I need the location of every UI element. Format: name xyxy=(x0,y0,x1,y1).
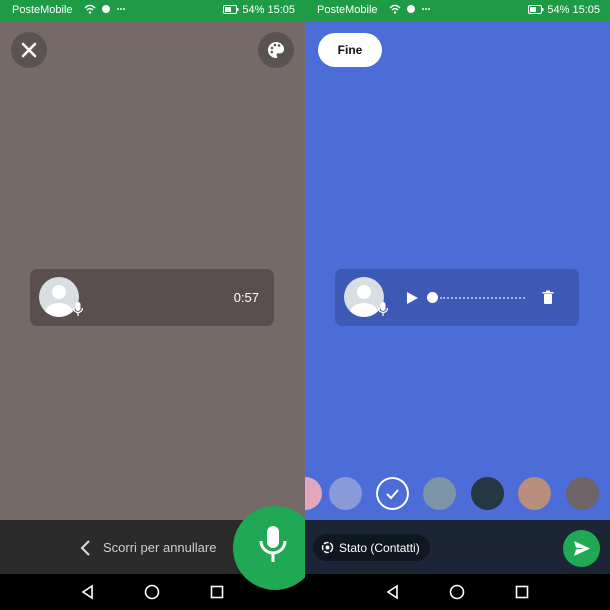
battery-icon xyxy=(528,5,544,14)
palette-icon xyxy=(268,42,285,58)
voice-message-card: 0:57 xyxy=(30,269,274,326)
seekbar-thumb[interactable] xyxy=(427,292,438,303)
status-bar: PosteMobile 54% 15:05 xyxy=(0,0,305,21)
microphone-icon xyxy=(259,526,287,562)
more-dots-icon xyxy=(421,8,430,10)
chat-icon xyxy=(101,5,110,13)
nav-recents-icon[interactable] xyxy=(510,580,534,604)
swipe-to-cancel-hint: Scorri per annullare xyxy=(103,540,217,555)
android-nav-bar xyxy=(305,574,610,610)
trash-icon[interactable] xyxy=(541,290,555,306)
nav-back-icon[interactable] xyxy=(381,580,405,604)
done-button[interactable]: Fine xyxy=(318,33,382,67)
audience-label: Stato (Contatti) xyxy=(339,540,420,555)
status-icons xyxy=(84,4,126,17)
color-swatch[interactable] xyxy=(518,477,551,510)
carrier-label: PosteMobile xyxy=(12,4,73,16)
status-bar: PosteMobile 54% 15:05 xyxy=(305,0,610,21)
color-swatch[interactable] xyxy=(329,477,362,510)
wifi-icon xyxy=(84,4,96,14)
playback-seekbar[interactable] xyxy=(427,292,527,304)
color-swatch-selected[interactable] xyxy=(376,477,409,510)
color-swatch[interactable] xyxy=(305,477,322,510)
status-right: 54% 15:05 xyxy=(528,4,600,16)
share-bar: Stato (Contatti) xyxy=(305,520,610,574)
clock: 15:05 xyxy=(572,4,600,16)
nav-home-icon[interactable] xyxy=(445,580,469,604)
seekbar-track xyxy=(440,297,525,299)
clock: 15:05 xyxy=(267,4,295,16)
status-right: 54% 15:05 xyxy=(223,4,295,16)
status-icons xyxy=(389,4,431,17)
chevron-left-icon xyxy=(80,540,90,556)
checkmark-icon xyxy=(386,489,399,500)
palette-button[interactable] xyxy=(258,32,294,68)
play-icon[interactable] xyxy=(404,290,420,306)
carrier-label: PosteMobile xyxy=(317,4,378,16)
more-dots-icon xyxy=(116,8,125,10)
nav-recents-icon[interactable] xyxy=(205,580,229,604)
battery-percent: 54% xyxy=(242,4,265,16)
color-swatch[interactable] xyxy=(566,477,599,510)
nav-back-icon[interactable] xyxy=(76,580,100,604)
color-swatch[interactable] xyxy=(471,477,504,510)
audience-selector[interactable]: Stato (Contatti) xyxy=(313,534,430,561)
color-swatch[interactable] xyxy=(423,477,456,510)
nav-home-icon[interactable] xyxy=(140,580,164,604)
mic-badge-icon xyxy=(72,302,84,316)
send-icon xyxy=(574,541,590,556)
wifi-icon xyxy=(389,4,401,14)
voice-message-player xyxy=(335,269,579,326)
send-button[interactable] xyxy=(563,530,600,567)
preview-panel: PosteMobile 54% 15:05 Fine Stato (Contat… xyxy=(305,0,610,610)
battery-percent: 54% xyxy=(547,4,570,16)
mic-badge-icon xyxy=(377,302,389,316)
recording-duration: 0:57 xyxy=(233,290,259,305)
chat-icon xyxy=(406,5,415,13)
close-button[interactable] xyxy=(11,32,47,68)
status-ring-icon xyxy=(321,541,334,554)
close-icon xyxy=(21,42,37,58)
battery-icon xyxy=(223,5,239,14)
